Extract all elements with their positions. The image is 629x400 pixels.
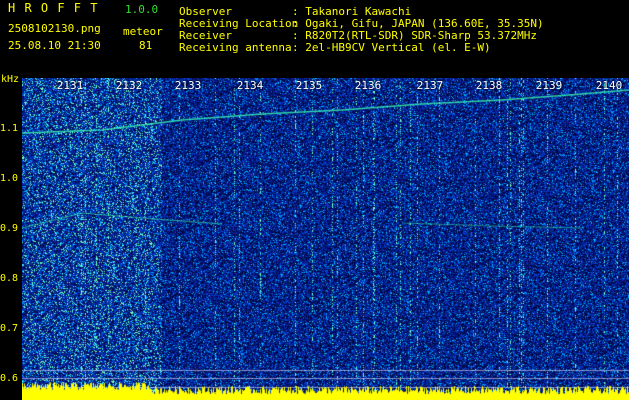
date-time: 25.08.10 21:30 — [8, 39, 101, 52]
y-tick-0-7: 0.7 — [0, 323, 19, 334]
app-title: H R O F F T — [8, 1, 99, 15]
x-tick-2137: 2137 — [416, 79, 444, 92]
x-tick-2131: 2131 — [56, 79, 84, 92]
x-tick-2136: 2136 — [354, 79, 382, 92]
x-tick-2134: 2134 — [236, 79, 264, 92]
x-tick-2139: 2139 — [535, 79, 563, 92]
y-tick-1-1: 1.1 — [0, 123, 19, 134]
app-version: 1.0.0 — [125, 3, 159, 16]
x-tick-2138: 2138 — [475, 79, 503, 92]
y-tick-0-6: 0.6 — [0, 373, 19, 384]
x-tick-2132: 2132 — [115, 79, 143, 92]
x-tick-2140: 2140 — [595, 79, 623, 92]
y-axis-unit: kHz — [1, 74, 20, 85]
x-tick-2135: 2135 — [295, 79, 323, 92]
x-tick-2133: 2133 — [174, 79, 202, 92]
mode-label: meteor — [123, 25, 163, 38]
meteor-count: 81 — [139, 39, 153, 52]
file-name: 2508102130.png — [8, 22, 101, 35]
y-tick-1-0: 1.0 — [0, 173, 19, 184]
spectrogram — [22, 78, 629, 400]
antenna-value: : 2el-HB9CV Vertical (el. E-W) — [292, 41, 491, 54]
y-tick-0-9: 0.9 — [0, 223, 19, 234]
y-tick-0-8: 0.8 — [0, 273, 19, 284]
antenna-label: Receiving antenna — [179, 41, 292, 54]
